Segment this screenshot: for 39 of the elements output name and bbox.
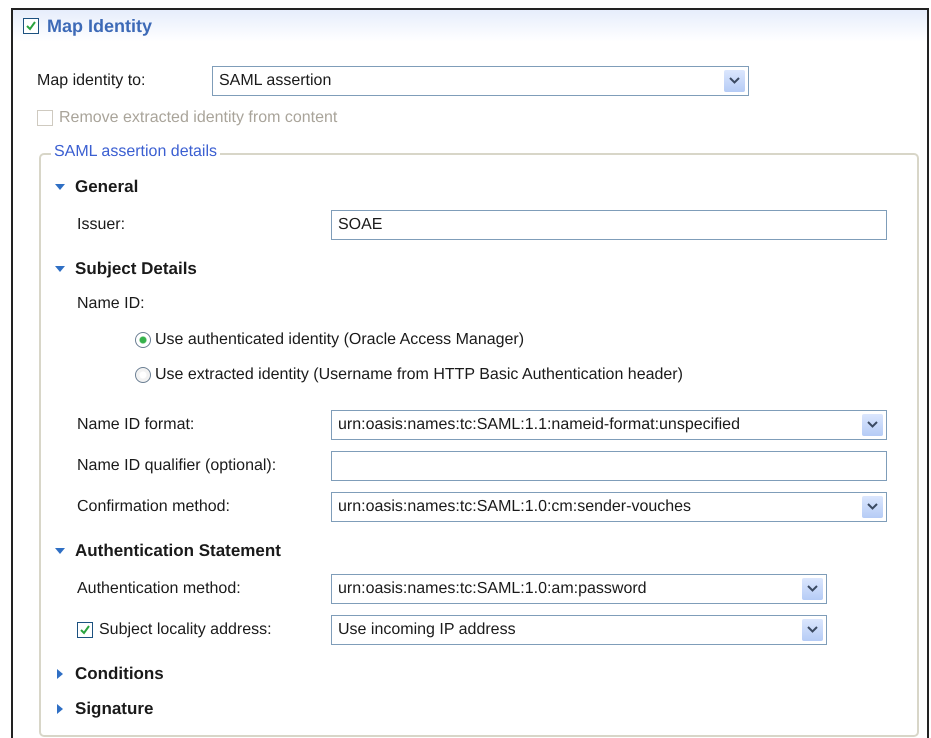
triangle-down-icon xyxy=(55,264,65,274)
checkbox-label: Subject locality address: xyxy=(99,620,272,638)
chevron-down-icon xyxy=(867,421,878,428)
field-label: Issuer: xyxy=(77,216,126,234)
radio-label: Use extracted identity (Username from HTTP Basic Authentication header) xyxy=(155,366,683,384)
chevron-down-icon xyxy=(867,503,878,510)
field-label: Name ID: xyxy=(77,295,145,313)
dropdown[interactable]: Use incoming IP address xyxy=(331,614,827,644)
dropdown[interactable]: urn:oasis:names:tc:SAML:1.1:nameid-format:unspecified xyxy=(331,410,887,440)
field-label: Map identity to: xyxy=(37,72,146,90)
dropdown[interactable]: SAML assertion xyxy=(212,66,749,96)
radio-button[interactable] xyxy=(135,366,151,382)
dropdown[interactable]: urn:oasis:names:tc:SAML:1.0:am:password xyxy=(331,574,827,604)
field-label: Name ID format: xyxy=(77,416,196,434)
triangle-down-icon xyxy=(55,546,65,556)
triangle-right-icon xyxy=(55,704,65,714)
checkbox[interactable] xyxy=(23,18,39,34)
section-title: Map Identity xyxy=(47,16,152,36)
radio-label: Use authenticated identity (Oracle Access Manager) xyxy=(155,330,524,348)
section-header[interactable]: Signature xyxy=(55,691,917,726)
field-label: Authentication method: xyxy=(77,580,242,598)
chevron-down-icon xyxy=(729,77,740,84)
text-field[interactable] xyxy=(331,450,887,480)
triangle-down-icon xyxy=(55,182,65,192)
section-header[interactable]: General xyxy=(55,169,917,204)
chevron-down-icon xyxy=(807,626,818,633)
radio-button[interactable] xyxy=(135,332,151,348)
checkbox[interactable] xyxy=(77,622,93,638)
section-header[interactable]: Authentication Statement xyxy=(55,533,917,568)
section-header[interactable]: Subject Details xyxy=(55,251,917,286)
check-icon xyxy=(79,624,91,636)
check-icon xyxy=(25,20,37,32)
triangle-right-icon xyxy=(55,668,65,678)
chevron-down-icon xyxy=(807,585,818,592)
section-header[interactable]: Conditions xyxy=(55,656,917,691)
text-field[interactable]: SOAE xyxy=(331,210,887,240)
field-label: Confirmation method: xyxy=(77,498,231,516)
dropdown[interactable]: urn:oasis:names:tc:SAML:1.0:cm:sender-vouches xyxy=(331,492,887,522)
field-label: Name ID qualifier (optional): xyxy=(77,456,278,474)
